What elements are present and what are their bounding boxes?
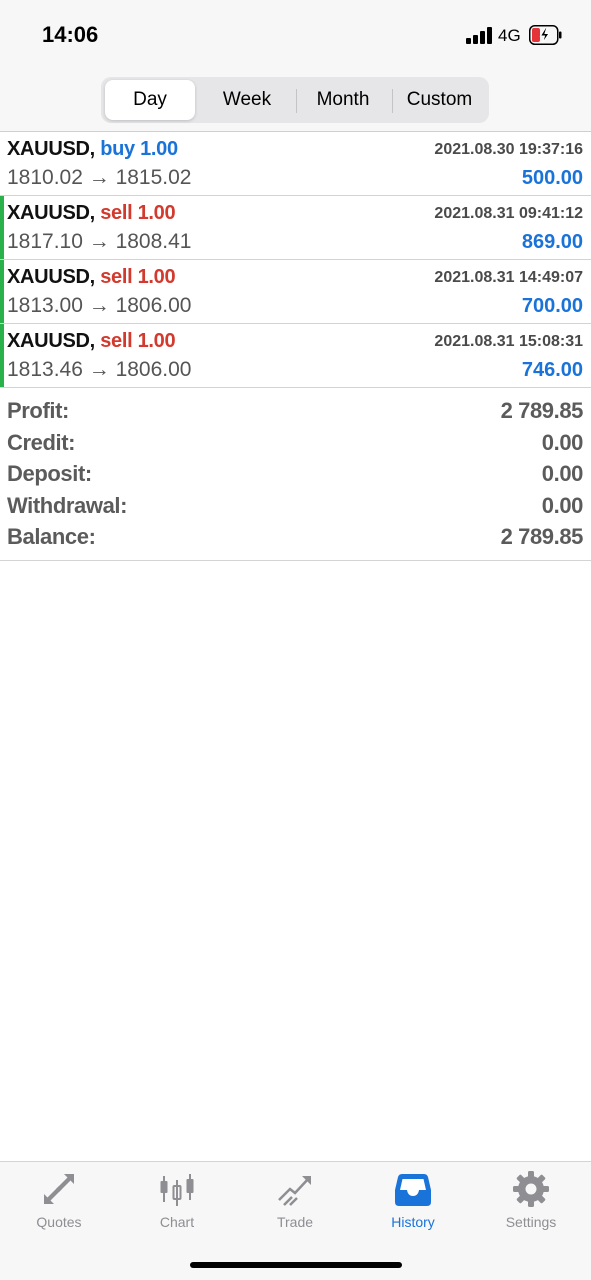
deal-marker <box>0 196 4 259</box>
deal-title: XAUUSD, sell 1.00 <box>7 330 176 353</box>
deal-marker <box>0 324 4 387</box>
candlestick-chart-icon <box>160 1174 194 1206</box>
network-type: 4G <box>498 26 521 45</box>
deal-title: XAUUSD, sell 1.00 <box>7 266 176 289</box>
summary-label: Balance: <box>7 524 96 549</box>
deal-side: sell 1.00 <box>100 330 176 352</box>
tab-label: Trade <box>276 1214 314 1230</box>
deal-marker <box>0 260 4 323</box>
summary-value: 2 789.85 <box>500 524 584 549</box>
deal-profit: 869.00 <box>521 231 583 253</box>
trade-trend-icon <box>278 1176 311 1206</box>
summary-row-deposit: Deposit: 0.00 <box>0 459 591 491</box>
tab-history[interactable]: History <box>354 1162 472 1242</box>
status-time: 14:06 <box>42 22 99 47</box>
summary-label: Profit: <box>7 398 69 423</box>
deal-symbol: XAUUSD, <box>7 138 95 160</box>
summary-row-withdrawal: Withdrawal: 0.00 <box>0 491 591 523</box>
deal-symbol: XAUUSD, <box>7 330 95 352</box>
summary-label: Credit: <box>7 429 76 455</box>
tab-label: History <box>391 1214 435 1230</box>
deal-profit: 500.00 <box>521 167 583 189</box>
battery-charging-icon <box>529 25 562 45</box>
deal-side: sell 1.00 <box>100 266 176 288</box>
summary-row-profit: Profit: 2 789.85 <box>0 396 591 428</box>
deal-prices: 1813.46 → 1806.00 <box>7 358 192 381</box>
tab-settings[interactable]: Settings <box>472 1162 590 1242</box>
status-bar: 14:06 4G <box>0 0 591 70</box>
deal-prices: 1817.10 → 1808.41 <box>7 230 192 253</box>
tab-day[interactable]: Day <box>105 80 195 120</box>
summary-value: 0.00 <box>541 492 584 518</box>
inbox-tray-icon <box>395 1174 431 1206</box>
deal-row[interactable]: XAUUSD, sell 1.00 2021.08.31 15:08:31 18… <box>0 324 591 388</box>
summary-value: 0.00 <box>541 461 584 486</box>
deal-prices: 1810.02 → 1815.02 <box>7 166 192 189</box>
tab-label: Quotes <box>36 1214 82 1230</box>
header-area: 14:06 4G Day Week Month Custom <box>0 0 591 131</box>
deal-datetime: 2021.08.31 09:41:12 <box>434 205 583 222</box>
tab-month[interactable]: Month <box>297 80 389 120</box>
deal-side: sell 1.00 <box>100 202 176 224</box>
gear-icon <box>513 1171 549 1207</box>
tab-quotes[interactable]: Quotes <box>0 1162 118 1242</box>
tab-label: Settings <box>505 1214 557 1230</box>
cellular-signal-icon <box>466 26 493 44</box>
deal-profit: 700.00 <box>521 295 583 317</box>
tab-week[interactable]: Week <box>201 80 293 120</box>
deal-row[interactable]: XAUUSD, buy 1.00 2021.08.30 19:37:16 181… <box>0 132 591 196</box>
deal-side: buy 1.00 <box>100 138 178 160</box>
tab-custom[interactable]: Custom <box>393 80 486 120</box>
account-summary: Profit: 2 789.85 Credit: 0.00 Deposit: 0… <box>0 396 591 554</box>
quotes-icon <box>44 1174 74 1204</box>
deal-title: XAUUSD, sell 1.00 <box>7 202 176 225</box>
deal-row[interactable]: XAUUSD, sell 1.00 2021.08.31 14:49:07 18… <box>0 260 591 324</box>
tab-label: Chart <box>159 1214 195 1230</box>
deal-title: XAUUSD, buy 1.00 <box>7 138 178 161</box>
summary-value: 2 789.85 <box>500 398 584 423</box>
divider <box>0 560 591 561</box>
summary-row-credit: Credit: 0.00 <box>0 428 591 460</box>
summary-row-balance: Balance: 2 789.85 <box>0 522 591 554</box>
summary-value: 0.00 <box>541 429 584 455</box>
tab-trade[interactable]: Trade <box>236 1162 354 1242</box>
deal-datetime: 2021.08.30 19:37:16 <box>434 141 583 158</box>
deal-datetime: 2021.08.31 15:08:31 <box>434 333 583 350</box>
summary-label: Deposit: <box>7 461 92 486</box>
deal-row[interactable]: XAUUSD, sell 1.00 2021.08.31 09:41:12 18… <box>0 196 591 260</box>
period-segmented-control: Day Week Month Custom <box>101 77 489 123</box>
home-indicator <box>190 1262 402 1268</box>
deal-datetime: 2021.08.31 14:49:07 <box>434 269 583 286</box>
deal-symbol: XAUUSD, <box>7 202 95 224</box>
deal-symbol: XAUUSD, <box>7 266 95 288</box>
tab-chart[interactable]: Chart <box>118 1162 236 1242</box>
summary-label: Withdrawal: <box>7 492 128 518</box>
deal-profit: 746.00 <box>521 359 583 381</box>
deal-prices: 1813.00 → 1806.00 <box>7 294 192 317</box>
